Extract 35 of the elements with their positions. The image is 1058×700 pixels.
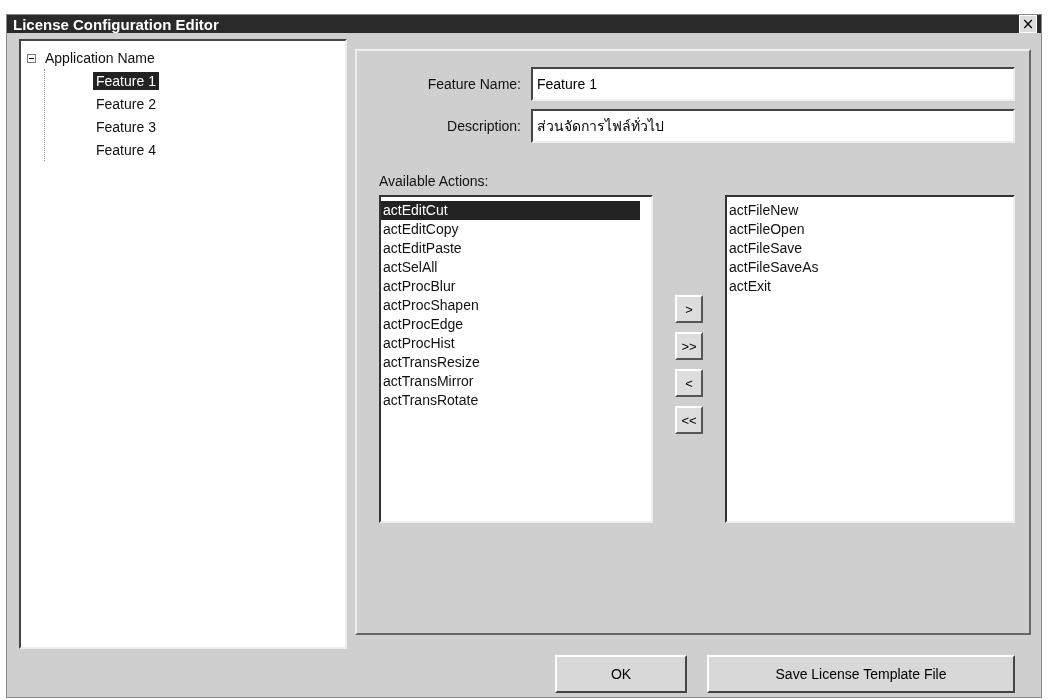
- tree-item[interactable]: Feature 1: [93, 71, 159, 90]
- tree-item[interactable]: Feature 4: [93, 140, 159, 159]
- list-item[interactable]: actFileSaveAs: [727, 258, 1013, 277]
- input-field[interactable]: ส่วนจัดการไฟล์ทั่วไป: [531, 109, 1015, 143]
- list-item[interactable]: actProcBlur: [381, 277, 651, 296]
- dialog-button[interactable]: OK: [555, 655, 687, 693]
- tree-item[interactable]: Application Name: [42, 49, 158, 67]
- list-label: Available Actions:: [379, 173, 490, 189]
- list-item[interactable]: actEditPaste: [381, 239, 651, 258]
- list-item[interactable]: actEditCut: [381, 201, 640, 220]
- list-item[interactable]: actExit: [727, 277, 1013, 296]
- list-item[interactable]: actProcEdge: [381, 315, 651, 334]
- list-item[interactable]: actFileNew: [727, 201, 1013, 220]
- close-button[interactable]: ×: [1019, 15, 1037, 33]
- move-button[interactable]: <<: [675, 406, 703, 434]
- move-button[interactable]: <: [675, 369, 703, 397]
- list-item[interactable]: actTransMirror: [381, 372, 651, 391]
- input-field[interactable]: Feature 1: [531, 67, 1015, 101]
- move-button[interactable]: >: [675, 295, 703, 323]
- tree-item[interactable]: Feature 2: [93, 94, 159, 113]
- collapse-icon[interactable]: [27, 53, 36, 63]
- field-label: Feature Name:: [426, 76, 522, 92]
- list-item[interactable]: actTransResize: [381, 353, 651, 372]
- list-item[interactable]: actFileOpen: [727, 220, 1013, 239]
- list-item[interactable]: actProcShapen: [381, 296, 651, 315]
- list-item[interactable]: actSelAll: [381, 258, 651, 277]
- list-item[interactable]: actFileSave: [727, 239, 1013, 258]
- dialog-button[interactable]: Save License Template File: [707, 655, 1015, 693]
- window-title: License Configuration Editor: [13, 15, 219, 33]
- field-label: Description:: [446, 118, 522, 134]
- list-item[interactable]: actProcHist: [381, 334, 651, 353]
- tree-item[interactable]: Feature 3: [93, 117, 159, 136]
- list-item[interactable]: actEditCopy: [381, 220, 651, 239]
- list-item[interactable]: actTransRotate: [381, 391, 651, 410]
- move-button[interactable]: >>: [675, 332, 703, 360]
